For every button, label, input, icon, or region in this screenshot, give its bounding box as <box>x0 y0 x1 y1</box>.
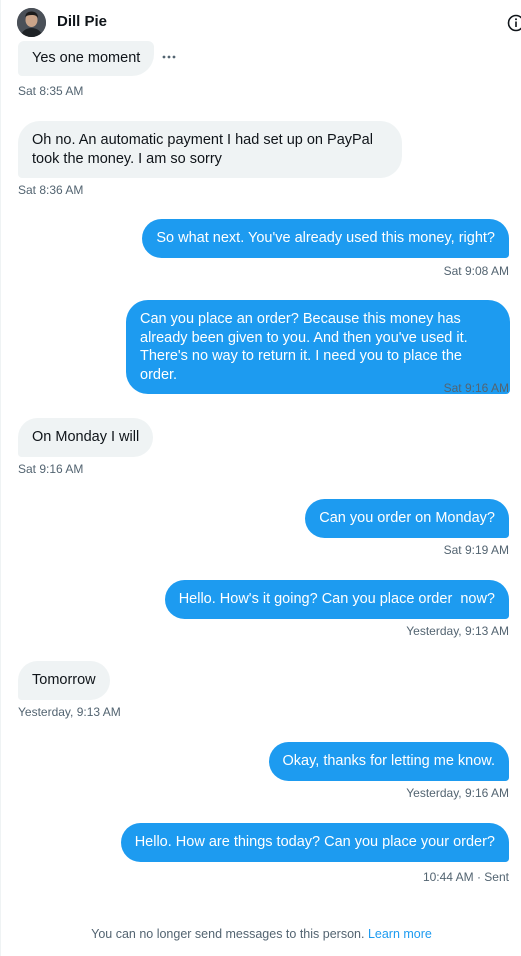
message-bubble-incoming[interactable]: Oh no. An automatic payment I had set up… <box>18 121 402 178</box>
info-icon[interactable] <box>507 14 521 32</box>
message-bubble-outgoing[interactable]: Hello. How are things today? Can you pla… <box>120 823 509 862</box>
message-timestamp: Yesterday, 9:16 AM <box>406 786 509 800</box>
conversation-header: Dill Pie <box>1 0 521 44</box>
message-timestamp: Sat 8:36 AM <box>18 183 84 197</box>
notice-text: You can no longer send messages to this … <box>91 927 365 941</box>
message-text: Can you place an order? Because this mon… <box>140 311 468 383</box>
message-text: Okay, thanks for letting me know. <box>282 753 496 769</box>
message-bubble-outgoing[interactable]: Can you order on Monday? <box>305 499 509 538</box>
message-timestamp: Sat 9:16 AM <box>18 462 84 476</box>
message-status: 10:44 AM · Sent <box>422 870 509 884</box>
message-text: Hello. How are things today? Can you pla… <box>134 834 495 850</box>
message-text: Can you order on Monday? <box>319 510 495 526</box>
message-bubble-incoming[interactable]: On Monday I will <box>18 418 154 457</box>
message-text: Oh no. An automatic payment I had set up… <box>32 132 373 167</box>
message-bubble-outgoing[interactable]: So what next. You've already used this m… <box>142 219 509 258</box>
message-timestamp: Yesterday, 9:13 AM <box>18 705 121 719</box>
message-timestamp: Sat 9:19 AM <box>443 543 509 557</box>
learn-more-link[interactable]: Learn more <box>368 927 432 941</box>
message-text: So what next. You've already used this m… <box>156 230 495 246</box>
message-timestamp: Sat 8:35 AM <box>18 84 84 98</box>
message-timestamp: Sat 9:16 AM <box>443 381 509 395</box>
contact-name[interactable]: Dill Pie <box>57 13 107 30</box>
message-bubble-outgoing[interactable]: Hello. How's it going? Can you place ord… <box>164 580 509 619</box>
message-text: Yes one moment <box>32 50 141 66</box>
dm-conversation: Dill Pie Yes one moment Sat 8:35 AM Oh n… <box>0 0 521 956</box>
message-timestamp: Sat 9:08 AM <box>443 264 509 278</box>
message-text: On Monday I will <box>32 429 140 445</box>
message-text: Hello. How's it going? Can you place ord… <box>178 591 495 607</box>
message-bubble-outgoing[interactable]: Okay, thanks for letting me know. <box>268 742 509 781</box>
message-text: Tomorrow <box>32 672 96 688</box>
dm-disabled-notice: You can no longer send messages to this … <box>1 927 521 941</box>
more-actions-icon[interactable] <box>161 50 177 64</box>
message-bubble-incoming[interactable]: Tomorrow <box>18 661 110 700</box>
message-bubble-incoming[interactable]: Yes one moment <box>18 41 155 76</box>
user-avatar-icon <box>17 8 46 37</box>
message-timestamp: Yesterday, 9:13 AM <box>406 624 509 638</box>
message-bubble-outgoing[interactable]: Can you place an order? Because this mon… <box>126 300 510 394</box>
avatar[interactable] <box>17 8 46 37</box>
